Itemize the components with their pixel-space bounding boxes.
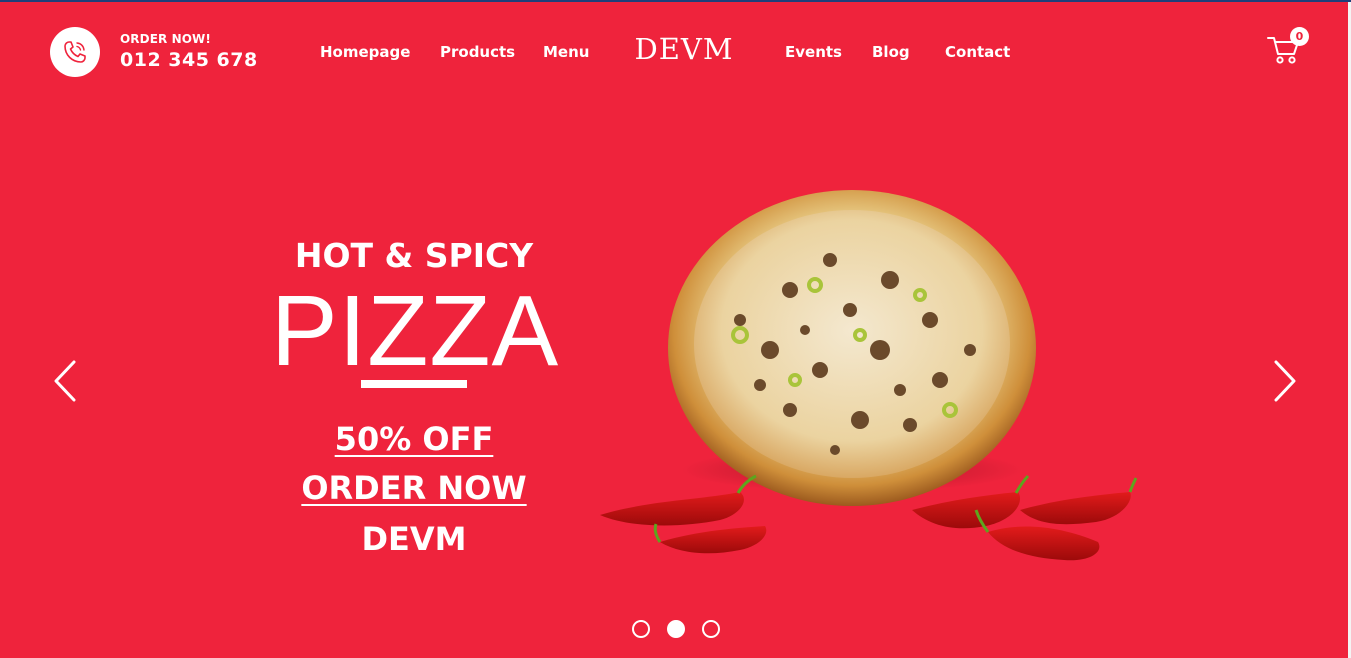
- slider-dot-2[interactable]: [667, 620, 685, 638]
- page: ORDER NOW! 012 345 678 Homepage Products…: [0, 0, 1351, 658]
- nav-homepage[interactable]: Homepage: [320, 43, 410, 61]
- slider-dot-1[interactable]: [632, 620, 650, 638]
- hero-headline: PIZZA: [270, 275, 560, 387]
- slider-dot-3[interactable]: [702, 620, 720, 638]
- nav-events[interactable]: Events: [785, 43, 842, 61]
- phone-number[interactable]: 012 345 678: [120, 49, 258, 71]
- nav-products[interactable]: Products: [440, 43, 515, 61]
- order-now-label: ORDER NOW!: [120, 32, 211, 46]
- nav-contact[interactable]: Contact: [945, 43, 1010, 61]
- chevron-left-icon: [54, 360, 76, 402]
- discount-link[interactable]: 50% OFF: [254, 420, 574, 458]
- hero-subtitle: HOT & SPICY: [294, 236, 534, 275]
- hero-brand-tag: DEVM: [361, 520, 467, 558]
- slider-prev-button[interactable]: [50, 358, 80, 404]
- phone-icon: [64, 41, 86, 63]
- cart-count-badge: 0: [1290, 27, 1309, 46]
- chevron-right-icon: [1274, 360, 1296, 402]
- nav-menu[interactable]: Menu: [543, 43, 589, 61]
- brand-logo[interactable]: DEVM: [608, 32, 760, 66]
- pizza-image: [600, 190, 1138, 561]
- nav-blog[interactable]: Blog: [872, 43, 910, 61]
- order-now-link[interactable]: ORDER NOW: [254, 469, 574, 507]
- headline-underline-bar: [361, 380, 467, 388]
- slider-next-button[interactable]: [1270, 358, 1300, 404]
- phone-badge[interactable]: [50, 27, 100, 77]
